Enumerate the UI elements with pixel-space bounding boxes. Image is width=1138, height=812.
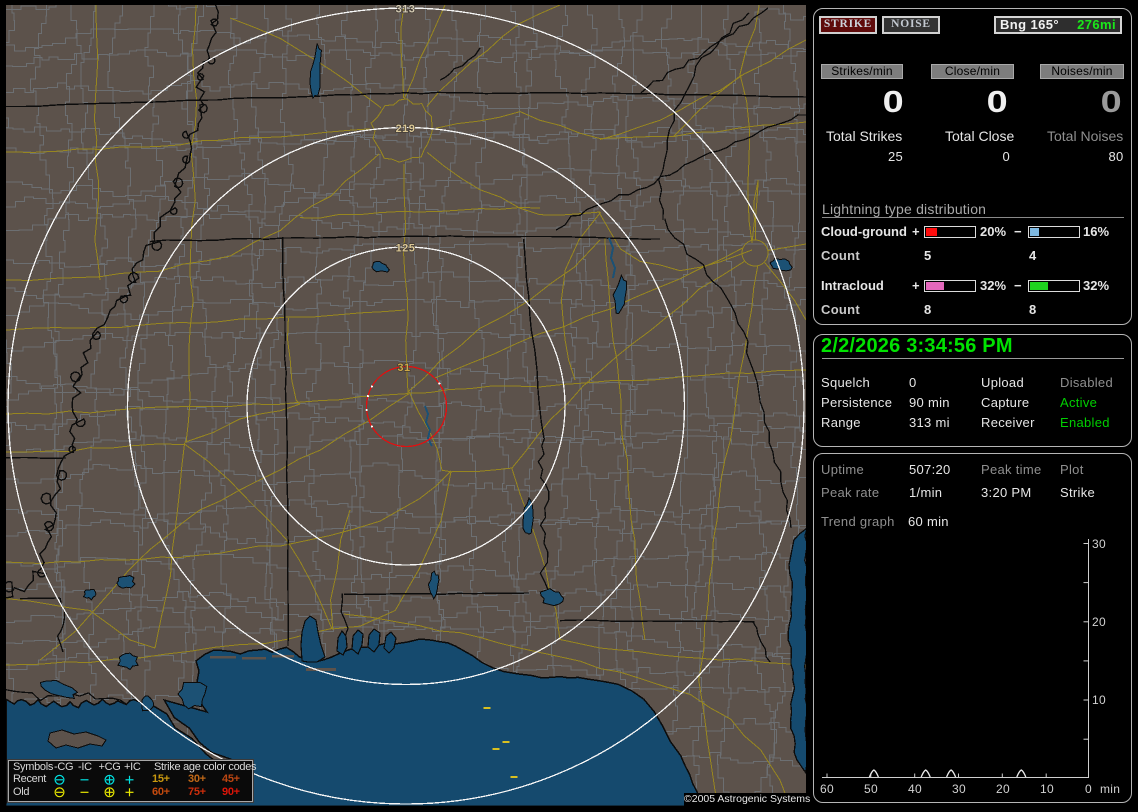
svg-text:125: 125 [396, 243, 416, 255]
svg-text:313: 313 [396, 5, 416, 16]
svg-text:219: 219 [396, 123, 416, 135]
svg-text:31: 31 [397, 362, 410, 374]
